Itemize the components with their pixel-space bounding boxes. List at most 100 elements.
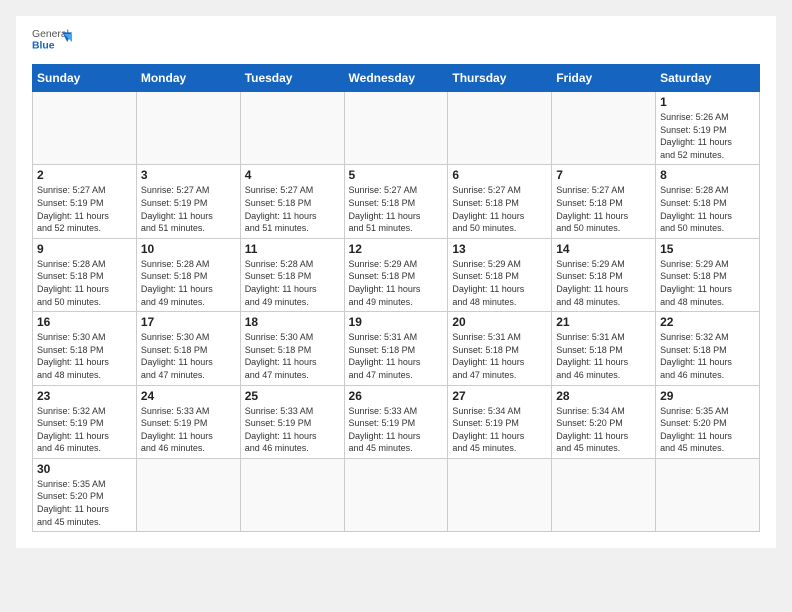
day-number: 26 [349,389,444,403]
weekday-header-friday: Friday [552,65,656,92]
calendar-cell [136,458,240,531]
day-number: 28 [556,389,651,403]
calendar-cell: 9 Sunrise: 5:28 AM Sunset: 5:18 PM Daylig… [33,238,137,311]
day-info: Sunrise: 5:28 AM Sunset: 5:18 PM Dayligh… [141,258,236,308]
day-number: 18 [245,315,340,329]
day-number: 22 [660,315,755,329]
day-info: Sunrise: 5:27 AM Sunset: 5:18 PM Dayligh… [349,184,444,234]
calendar-cell: 25 Sunrise: 5:33 AM Sunset: 5:19 PM Dayli… [240,385,344,458]
calendar-container: General Blue SundayMondayTuesdayWednesda… [16,16,776,548]
calendar-cell: 17 Sunrise: 5:30 AM Sunset: 5:18 PM Dayli… [136,312,240,385]
day-number: 17 [141,315,236,329]
day-number: 6 [452,168,547,182]
calendar-cell: 3Sunrise: 5:27 AM Sunset: 5:19 PM Daylig… [136,165,240,238]
calendar-cell: 20Sunrise: 5:31 AM Sunset: 5:18 PM Dayli… [448,312,552,385]
day-info: Sunrise: 5:28 AM Sunset: 5:18 PM Dayligh… [37,258,132,308]
calendar-cell [240,92,344,165]
day-info: Sunrise: 5:35 AM Sunset: 5:20 PM Dayligh… [37,478,132,528]
logo-icon: General Blue [32,26,72,54]
day-number: 12 [349,242,444,256]
day-number: 24 [141,389,236,403]
day-number: 5 [349,168,444,182]
weekday-header-tuesday: Tuesday [240,65,344,92]
calendar-cell: 23 Sunrise: 5:32 AM Sunset: 5:19 PM Dayli… [33,385,137,458]
calendar-cell [448,458,552,531]
calendar-cell [552,92,656,165]
calendar-cell [344,458,448,531]
day-info: Sunrise: 5:26 AM Sunset: 5:19 PM Dayligh… [660,111,755,161]
calendar-week-4: 23 Sunrise: 5:32 AM Sunset: 5:19 PM Dayli… [33,385,760,458]
calendar-cell: 15Sunrise: 5:29 AM Sunset: 5:18 PM Dayli… [656,238,760,311]
day-info: Sunrise: 5:32 AM Sunset: 5:18 PM Dayligh… [660,331,755,381]
calendar-cell: 10Sunrise: 5:28 AM Sunset: 5:18 PM Dayli… [136,238,240,311]
calendar-cell: 22 Sunrise: 5:32 AM Sunset: 5:18 PM Dayli… [656,312,760,385]
calendar-cell: 1 Sunrise: 5:26 AM Sunset: 5:19 PM Daylig… [656,92,760,165]
calendar-cell [656,458,760,531]
day-number: 1 [660,95,755,109]
day-info: Sunrise: 5:29 AM Sunset: 5:18 PM Dayligh… [556,258,651,308]
calendar-cell: 6 Sunrise: 5:27 AM Sunset: 5:18 PM Daylig… [448,165,552,238]
calendar-cell [344,92,448,165]
day-info: Sunrise: 5:27 AM Sunset: 5:18 PM Dayligh… [452,184,547,234]
calendar-cell [448,92,552,165]
calendar-cell: 18 Sunrise: 5:30 AM Sunset: 5:18 PM Dayli… [240,312,344,385]
svg-text:General: General [32,29,69,40]
weekday-header-thursday: Thursday [448,65,552,92]
calendar-cell: 24 Sunrise: 5:33 AM Sunset: 5:19 PM Dayli… [136,385,240,458]
day-info: Sunrise: 5:31 AM Sunset: 5:18 PM Dayligh… [349,331,444,381]
day-number: 23 [37,389,132,403]
day-info: Sunrise: 5:28 AM Sunset: 5:18 PM Dayligh… [245,258,340,308]
logo: General Blue [32,26,72,56]
calendar-cell: 5 Sunrise: 5:27 AM Sunset: 5:18 PM Daylig… [344,165,448,238]
day-info: Sunrise: 5:27 AM Sunset: 5:19 PM Dayligh… [37,184,132,234]
day-info: Sunrise: 5:34 AM Sunset: 5:19 PM Dayligh… [452,405,547,455]
calendar-cell [136,92,240,165]
day-number: 29 [660,389,755,403]
header: General Blue [32,26,760,56]
day-number: 8 [660,168,755,182]
calendar-cell: 8 Sunrise: 5:28 AM Sunset: 5:18 PM Daylig… [656,165,760,238]
day-number: 27 [452,389,547,403]
day-number: 21 [556,315,651,329]
calendar-cell: 28 Sunrise: 5:34 AM Sunset: 5:20 PM Dayli… [552,385,656,458]
weekday-header-row: SundayMondayTuesdayWednesdayThursdayFrid… [33,65,760,92]
calendar-cell [552,458,656,531]
day-info: Sunrise: 5:27 AM Sunset: 5:18 PM Dayligh… [556,184,651,234]
day-info: Sunrise: 5:33 AM Sunset: 5:19 PM Dayligh… [349,405,444,455]
calendar-cell: 2 Sunrise: 5:27 AM Sunset: 5:19 PM Daylig… [33,165,137,238]
day-number: 16 [37,315,132,329]
calendar-week-2: 9 Sunrise: 5:28 AM Sunset: 5:18 PM Daylig… [33,238,760,311]
calendar-cell: 14Sunrise: 5:29 AM Sunset: 5:18 PM Dayli… [552,238,656,311]
calendar-cell: 26 Sunrise: 5:33 AM Sunset: 5:19 PM Dayli… [344,385,448,458]
day-info: Sunrise: 5:32 AM Sunset: 5:19 PM Dayligh… [37,405,132,455]
calendar-week-1: 2 Sunrise: 5:27 AM Sunset: 5:19 PM Daylig… [33,165,760,238]
calendar-body: 1 Sunrise: 5:26 AM Sunset: 5:19 PM Daylig… [33,92,760,532]
day-number: 20 [452,315,547,329]
calendar-cell: 30 Sunrise: 5:35 AM Sunset: 5:20 PM Dayli… [33,458,137,531]
calendar-cell: 12 Sunrise: 5:29 AM Sunset: 5:18 PM Dayli… [344,238,448,311]
day-number: 25 [245,389,340,403]
calendar-week-5: 30 Sunrise: 5:35 AM Sunset: 5:20 PM Dayli… [33,458,760,531]
day-number: 3 [141,168,236,182]
day-info: Sunrise: 5:30 AM Sunset: 5:18 PM Dayligh… [245,331,340,381]
day-info: Sunrise: 5:29 AM Sunset: 5:18 PM Dayligh… [660,258,755,308]
calendar-cell: 11 Sunrise: 5:28 AM Sunset: 5:18 PM Dayli… [240,238,344,311]
day-number: 30 [37,462,132,476]
day-info: Sunrise: 5:30 AM Sunset: 5:18 PM Dayligh… [141,331,236,381]
day-info: Sunrise: 5:27 AM Sunset: 5:18 PM Dayligh… [245,184,340,234]
calendar-cell: 19 Sunrise: 5:31 AM Sunset: 5:18 PM Dayli… [344,312,448,385]
day-info: Sunrise: 5:33 AM Sunset: 5:19 PM Dayligh… [141,405,236,455]
day-info: Sunrise: 5:29 AM Sunset: 5:18 PM Dayligh… [452,258,547,308]
day-number: 9 [37,242,132,256]
day-number: 11 [245,242,340,256]
day-info: Sunrise: 5:33 AM Sunset: 5:19 PM Dayligh… [245,405,340,455]
day-info: Sunrise: 5:29 AM Sunset: 5:18 PM Dayligh… [349,258,444,308]
day-info: Sunrise: 5:28 AM Sunset: 5:18 PM Dayligh… [660,184,755,234]
day-number: 19 [349,315,444,329]
day-info: Sunrise: 5:34 AM Sunset: 5:20 PM Dayligh… [556,405,651,455]
day-info: Sunrise: 5:35 AM Sunset: 5:20 PM Dayligh… [660,405,755,455]
weekday-header-sunday: Sunday [33,65,137,92]
day-number: 7 [556,168,651,182]
calendar-week-0: 1 Sunrise: 5:26 AM Sunset: 5:19 PM Daylig… [33,92,760,165]
day-number: 2 [37,168,132,182]
